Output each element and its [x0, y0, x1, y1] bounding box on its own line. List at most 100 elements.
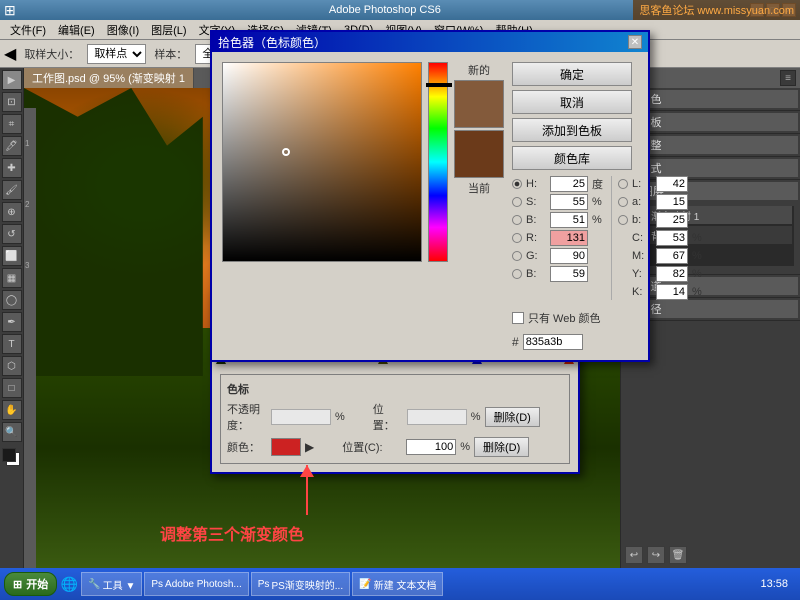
- tool-text[interactable]: T: [2, 334, 22, 354]
- brightness-radio[interactable]: [512, 215, 522, 225]
- tool-pen[interactable]: ✒: [2, 312, 22, 332]
- color-swatch-container: [2, 448, 22, 470]
- tool-zoom[interactable]: 🔍: [2, 422, 22, 442]
- red-input[interactable]: [550, 230, 588, 246]
- menu-file[interactable]: 文件(F): [4, 22, 52, 38]
- tool-brush[interactable]: 🖌: [2, 180, 22, 200]
- color-swatch-arrow[interactable]: ▶: [305, 440, 314, 454]
- web-color-row: 只有 Web 颜色: [512, 310, 632, 326]
- tool-dodge[interactable]: ◯: [2, 290, 22, 310]
- hsb-rgb-values: H: 度 S: %: [512, 176, 603, 300]
- tool-crop[interactable]: ⌗: [2, 114, 22, 134]
- color-values-container: H: 度 S: %: [512, 176, 632, 300]
- color-picker-close-button[interactable]: ✕: [628, 35, 642, 49]
- taskbar-icon-ie[interactable]: 🌐: [59, 574, 79, 594]
- hue-slider[interactable]: [429, 63, 447, 261]
- b3-input[interactable]: [656, 212, 688, 228]
- hex-input[interactable]: [523, 334, 583, 350]
- b3-radio[interactable]: [618, 215, 628, 225]
- hue-input[interactable]: [550, 176, 588, 192]
- tool-shape[interactable]: □: [2, 378, 22, 398]
- y-unit: %: [692, 268, 712, 280]
- left-tool-panel: ▶ ⊡ ⌗ 🖊 ✚ 🖌 ⊕ ↺ ⬜ ▦ ◯ ✒ T ⬡ □ ✋ 🔍: [0, 68, 24, 568]
- tool-gradient[interactable]: ▦: [2, 268, 22, 288]
- tool-history[interactable]: ↺: [2, 224, 22, 244]
- color-swatch-picker[interactable]: [271, 438, 301, 456]
- tool-path-select[interactable]: ⬡: [2, 356, 22, 376]
- start-button[interactable]: ⊞ 开始: [4, 572, 57, 596]
- annotation-arrow: [306, 465, 308, 515]
- opacity-label: 不透明度：: [227, 401, 267, 433]
- color-field[interactable]: [222, 62, 422, 262]
- cp-buttons: 确定 取消 添加到色板 颜色库: [512, 62, 632, 170]
- panel-icon-3[interactable]: 🗑: [669, 546, 687, 564]
- taskbar-item-note[interactable]: 📝 新建 文本文档: [352, 572, 443, 596]
- tool-eraser[interactable]: ⬜: [2, 246, 22, 266]
- foreground-color-swatch[interactable]: [2, 448, 16, 462]
- panel-icon-2[interactable]: ↪: [647, 546, 665, 564]
- y-label: Y:: [632, 268, 652, 280]
- green-input[interactable]: [550, 248, 588, 264]
- taskbar-item-ps[interactable]: Ps Adobe Photosh...: [144, 572, 248, 596]
- color-field-container[interactable]: [222, 62, 422, 262]
- color-lib-button[interactable]: 颜色库: [512, 146, 632, 170]
- taskbar-note-label: 新建 文本文档: [374, 577, 437, 592]
- hex-label: #: [512, 335, 519, 349]
- hue-slider-container[interactable]: [428, 62, 448, 262]
- menu-layer[interactable]: 图层(L): [145, 22, 192, 38]
- tool-size-select[interactable]: 取样点: [87, 44, 146, 64]
- color-row-label: 颜色：: [227, 439, 267, 455]
- m-input[interactable]: [656, 248, 688, 264]
- tool-size-label: 取样大小：: [20, 46, 83, 62]
- a-radio[interactable]: [618, 197, 628, 207]
- menu-edit[interactable]: 编辑(E): [52, 22, 101, 38]
- cancel-button[interactable]: 取消: [512, 90, 632, 114]
- canvas-tab-active[interactable]: 工作图.psd @ 95% (渐变映射 1: [24, 68, 194, 88]
- tool-stamp[interactable]: ⊕: [2, 202, 22, 222]
- blue-radio[interactable]: [512, 269, 522, 279]
- opacity-delete-button[interactable]: 删除(D): [485, 407, 540, 427]
- brightness-input[interactable]: [550, 212, 588, 228]
- lab-cmyk-values: L: a: b:: [611, 176, 712, 300]
- hue-radio[interactable]: [512, 179, 522, 189]
- taskbar-item-tools[interactable]: 🔧 工具 ▼: [81, 572, 142, 596]
- back-arrow-icon[interactable]: ◀: [4, 44, 16, 64]
- panel-collapse-btn[interactable]: ≡: [780, 70, 796, 86]
- menu-image[interactable]: 图像(I): [101, 22, 145, 38]
- tool-select[interactable]: ▶: [2, 70, 22, 90]
- tool-heal[interactable]: ✚: [2, 158, 22, 178]
- l-radio[interactable]: [618, 179, 628, 189]
- a-input[interactable]: [656, 194, 688, 210]
- taskbar-item-gradient[interactable]: Ps PS渐变映射的...: [251, 572, 350, 596]
- k-input[interactable]: [656, 284, 688, 300]
- c-row: C: %: [618, 230, 712, 246]
- web-color-checkbox[interactable]: [512, 312, 524, 324]
- blue-input[interactable]: [550, 266, 588, 282]
- y-input[interactable]: [656, 266, 688, 282]
- a-row: a:: [618, 194, 712, 210]
- brightness-label: B:: [526, 214, 546, 226]
- saturation-radio[interactable]: [512, 197, 522, 207]
- taskbar-time: 13:58: [752, 578, 796, 590]
- tool-lasso[interactable]: ⊡: [2, 92, 22, 112]
- current-color-swatch: [454, 130, 504, 178]
- ok-button[interactable]: 确定: [512, 62, 632, 86]
- l-row: L:: [618, 176, 712, 192]
- panel-icon-1[interactable]: ↩: [625, 546, 643, 564]
- color-picker-right: 确定 取消 添加到色板 颜色库 H: 度: [512, 62, 632, 350]
- saturation-input[interactable]: [550, 194, 588, 210]
- color-delete-button[interactable]: 删除(D): [474, 437, 529, 457]
- k-unit: %: [692, 286, 712, 298]
- red-radio[interactable]: [512, 233, 522, 243]
- c-input[interactable]: [656, 230, 688, 246]
- tool-eyedropper[interactable]: 🖊: [2, 136, 22, 156]
- add-swatch-button[interactable]: 添加到色板: [512, 118, 632, 142]
- l-input[interactable]: [656, 176, 688, 192]
- green-radio[interactable]: [512, 251, 522, 261]
- red-label: R:: [526, 232, 546, 244]
- red-row: R:: [512, 230, 603, 246]
- color-pos-input[interactable]: [406, 439, 456, 455]
- ps-window: ⊞ Adobe Photoshop CS6 ─ □ ✕ 文件(F) 编辑(E) …: [0, 0, 800, 600]
- green-row: G:: [512, 248, 603, 264]
- tool-hand[interactable]: ✋: [2, 400, 22, 420]
